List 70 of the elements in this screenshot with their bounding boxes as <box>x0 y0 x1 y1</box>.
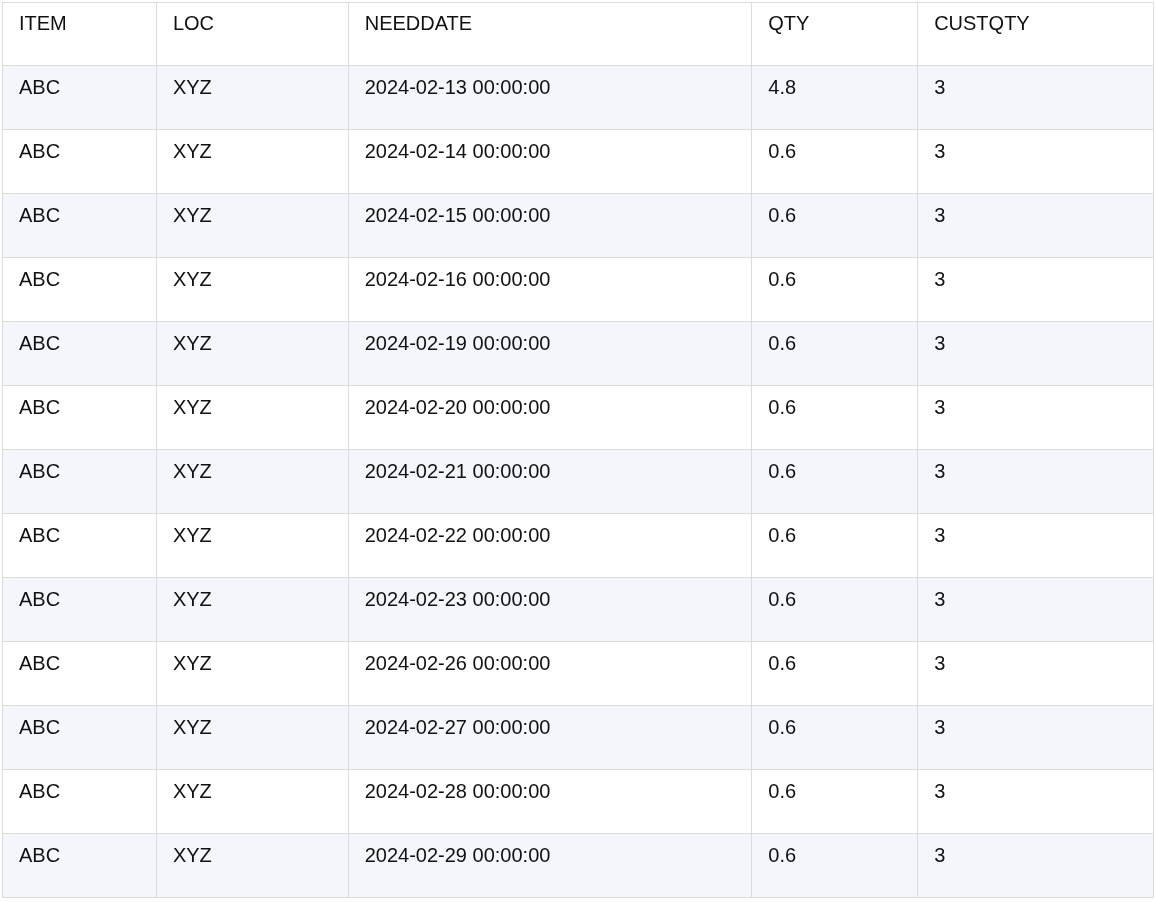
column-header: ITEM <box>2 2 157 66</box>
table-cell: XYZ <box>156 641 349 706</box>
table-cell: 2024-02-14 00:00:00 <box>348 129 752 194</box>
table-cell: 0.6 <box>751 193 918 258</box>
table-cell: 0.6 <box>751 705 918 770</box>
table-cell: 0.6 <box>751 641 918 706</box>
table-cell: 0.6 <box>751 577 918 642</box>
table-cell: ABC <box>2 385 157 450</box>
table-cell: ABC <box>2 193 157 258</box>
table-cell: XYZ <box>156 449 349 514</box>
table-cell: 2024-02-29 00:00:00 <box>348 833 752 898</box>
table-cell: 3 <box>917 257 1154 322</box>
table-cell: ABC <box>2 513 157 578</box>
table-cell: 0.6 <box>751 321 918 386</box>
table-cell: 2024-02-13 00:00:00 <box>348 65 752 130</box>
table-cell: ABC <box>2 769 157 834</box>
table-cell: XYZ <box>156 321 349 386</box>
table-cell: 4.8 <box>751 65 918 130</box>
table-cell: 0.6 <box>751 129 918 194</box>
table-cell: ABC <box>2 257 157 322</box>
table-cell: 0.6 <box>751 769 918 834</box>
table-cell: 2024-02-20 00:00:00 <box>348 385 752 450</box>
table-cell: ABC <box>2 129 157 194</box>
table-cell: 3 <box>917 705 1154 770</box>
table-cell: 0.6 <box>751 513 918 578</box>
table-cell: 3 <box>917 577 1154 642</box>
table-cell: 3 <box>917 833 1154 898</box>
table-cell: XYZ <box>156 769 349 834</box>
table-cell: XYZ <box>156 385 349 450</box>
table-cell: 2024-02-21 00:00:00 <box>348 449 752 514</box>
column-header: QTY <box>751 2 918 66</box>
table-cell: 3 <box>917 193 1154 258</box>
table-cell: ABC <box>2 833 157 898</box>
table-cell: XYZ <box>156 833 349 898</box>
table-cell: 2024-02-27 00:00:00 <box>348 705 752 770</box>
table-cell: ABC <box>2 705 157 770</box>
table-cell: ABC <box>2 641 157 706</box>
table-cell: 2024-02-23 00:00:00 <box>348 577 752 642</box>
table-cell: 3 <box>917 385 1154 450</box>
table-cell: 2024-02-15 00:00:00 <box>348 193 752 258</box>
table-cell: XYZ <box>156 513 349 578</box>
table-cell: 3 <box>917 129 1154 194</box>
table-cell: 2024-02-16 00:00:00 <box>348 257 752 322</box>
column-header: LOC <box>156 2 349 66</box>
table-cell: 0.6 <box>751 257 918 322</box>
table-cell: 3 <box>917 321 1154 386</box>
table-cell: 2024-02-28 00:00:00 <box>348 769 752 834</box>
table-cell: ABC <box>2 65 157 130</box>
table-cell: XYZ <box>156 705 349 770</box>
table-cell: 0.6 <box>751 449 918 514</box>
table-cell: 0.6 <box>751 385 918 450</box>
table-cell: XYZ <box>156 65 349 130</box>
column-header: NEEDDATE <box>348 2 752 66</box>
table-cell: XYZ <box>156 193 349 258</box>
table-cell: XYZ <box>156 257 349 322</box>
table-cell: XYZ <box>156 129 349 194</box>
table-cell: 2024-02-22 00:00:00 <box>348 513 752 578</box>
table-cell: ABC <box>2 321 157 386</box>
table-cell: 3 <box>917 769 1154 834</box>
table-cell: XYZ <box>156 577 349 642</box>
table-cell: 0.6 <box>751 833 918 898</box>
table-cell: 3 <box>917 449 1154 514</box>
table-cell: ABC <box>2 449 157 514</box>
table-cell: 3 <box>917 641 1154 706</box>
table-cell: ABC <box>2 577 157 642</box>
table-cell: 3 <box>917 65 1154 130</box>
table-cell: 2024-02-19 00:00:00 <box>348 321 752 386</box>
table-cell: 3 <box>917 513 1154 578</box>
column-header: CUSTQTY <box>917 2 1154 66</box>
table-cell: 2024-02-26 00:00:00 <box>348 641 752 706</box>
